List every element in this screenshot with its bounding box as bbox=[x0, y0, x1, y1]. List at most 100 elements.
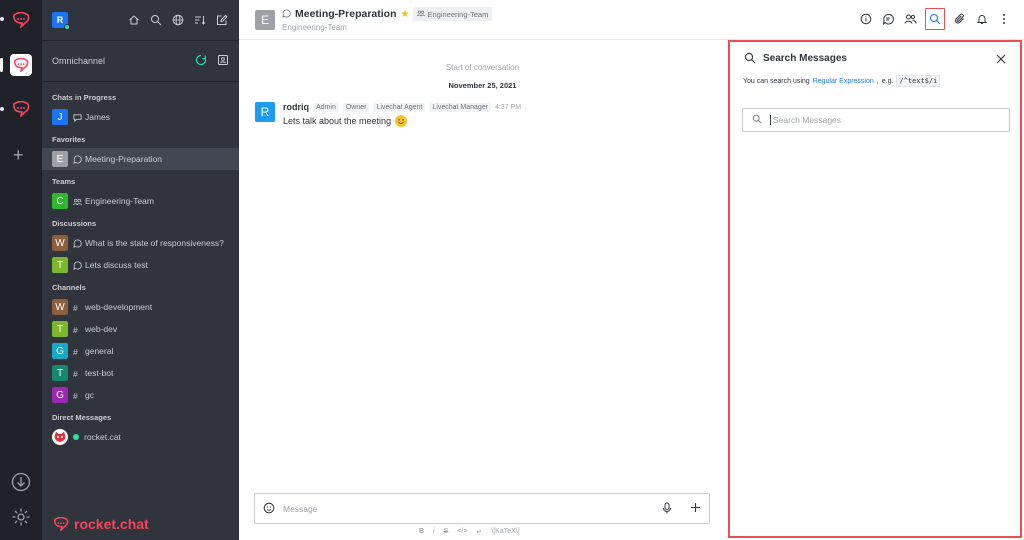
online-status-dot bbox=[73, 434, 79, 440]
regex-link[interactable]: Regular Expression bbox=[813, 78, 874, 85]
section-title-favorites: Favorites bbox=[52, 134, 86, 144]
emoji-picker-icon[interactable] bbox=[263, 502, 275, 516]
room-title: Meeting-Preparation bbox=[295, 8, 397, 20]
message-username[interactable]: rodriq bbox=[283, 102, 309, 112]
team-tag[interactable]: Engineering-Team bbox=[413, 7, 493, 21]
message-input[interactable]: Message bbox=[283, 504, 662, 514]
section-title-teams: Teams bbox=[52, 176, 76, 186]
workspace-2-icon[interactable] bbox=[10, 54, 32, 76]
message[interactable]: R rodriq Admin Owner Livechat Agent Live… bbox=[255, 102, 521, 127]
section-title-chats-in-progress: Chats in Progress bbox=[52, 92, 117, 102]
kebab-menu-icon[interactable] bbox=[997, 12, 1011, 26]
room-avatar[interactable]: E bbox=[255, 9, 275, 30]
message-list: Start of conversation November 25, 2021 … bbox=[239, 40, 726, 540]
sidebar-item-channel[interactable]: T # web-dev bbox=[42, 318, 239, 340]
add-workspace-icon[interactable]: + bbox=[13, 146, 24, 164]
directory-globe-icon[interactable] bbox=[172, 14, 185, 27]
room-subtitle: Engineering-Team bbox=[282, 23, 347, 32]
sidebar-item-rocket-cat[interactable]: rocket.cat bbox=[42, 426, 239, 448]
home-icon[interactable] bbox=[128, 14, 141, 27]
sidebar-item-meeting-preparation[interactable]: E Meeting-Preparation bbox=[42, 148, 239, 170]
download-icon[interactable] bbox=[11, 472, 31, 492]
hashtag-icon: # bbox=[73, 368, 78, 379]
conversation-start-label: Start of conversation bbox=[445, 63, 520, 72]
workspace-indicator bbox=[0, 107, 4, 111]
omnichannel-status-icon[interactable] bbox=[195, 54, 207, 68]
sidebar-item-label: Meeting-Preparation bbox=[85, 154, 163, 164]
room-info-icon[interactable] bbox=[859, 12, 873, 26]
user-avatar[interactable]: R bbox=[52, 12, 70, 30]
brand-logo: rocket.chat bbox=[52, 516, 149, 532]
sidebar-item-channel[interactable]: G # general bbox=[42, 340, 239, 362]
sidebar-item-label: James bbox=[85, 112, 111, 122]
text-caret bbox=[770, 115, 771, 125]
message-composer[interactable]: Message bbox=[254, 493, 710, 524]
contact-center-icon[interactable] bbox=[217, 54, 229, 68]
search-input-icon bbox=[752, 114, 762, 126]
section-title-discussions: Discussions bbox=[52, 218, 97, 228]
role-badge: Admin bbox=[313, 102, 339, 112]
sidebar-item-james[interactable]: J James bbox=[42, 106, 239, 128]
workspace-rail: + bbox=[0, 0, 42, 540]
sidebar-item-label: web-development bbox=[85, 302, 153, 312]
avatar: T bbox=[52, 257, 68, 273]
sidebar-item-label: rocket.cat bbox=[84, 432, 121, 442]
workspace-indicator bbox=[0, 17, 4, 21]
omnichannel-bar: Omnichannel bbox=[42, 40, 239, 82]
sidebar: R Omnichannel Chats in Progress J James … bbox=[42, 0, 239, 540]
workspace-1-icon[interactable] bbox=[10, 9, 32, 31]
hashtag-icon: # bbox=[73, 346, 78, 357]
section-title-channels: Channels bbox=[52, 282, 86, 292]
threads-icon[interactable] bbox=[881, 12, 895, 26]
message-avatar[interactable]: R bbox=[255, 102, 275, 122]
add-plus-icon[interactable] bbox=[690, 502, 701, 515]
role-badge: Owner bbox=[342, 102, 370, 112]
sort-icon[interactable] bbox=[194, 14, 207, 27]
sidebar-item-channel[interactable]: W # web-development bbox=[42, 296, 239, 318]
sidebar-item-discussion[interactable]: T Lets discuss test bbox=[42, 254, 239, 276]
hint-prefix: You can search using bbox=[743, 77, 810, 85]
avatar: G bbox=[52, 343, 68, 359]
team-icon bbox=[73, 197, 82, 206]
sidebar-item-channel[interactable]: T # test-bot bbox=[42, 362, 239, 384]
section-title-direct-messages: Direct Messages bbox=[52, 412, 112, 422]
close-icon[interactable] bbox=[996, 54, 1006, 64]
create-new-pencil-icon[interactable] bbox=[216, 14, 229, 27]
sidebar-item-label: Engineering-Team bbox=[85, 196, 154, 206]
avatar: T bbox=[52, 365, 68, 381]
search-messages-input[interactable]: Search Messages bbox=[742, 108, 1010, 132]
sidebar-item-label: What is the state of responsiveness? bbox=[85, 238, 224, 248]
discussion-icon bbox=[73, 261, 82, 270]
rocket-chat-logo-icon bbox=[54, 517, 69, 531]
hashtag-icon: # bbox=[73, 390, 78, 401]
microphone-icon[interactable] bbox=[662, 502, 672, 516]
strike-button[interactable]: S bbox=[444, 528, 449, 536]
workspace-3-icon[interactable] bbox=[10, 98, 32, 120]
multiline-button[interactable]: ↵ bbox=[476, 528, 482, 536]
avatar: E bbox=[52, 151, 68, 167]
search-messages-icon[interactable] bbox=[925, 8, 945, 30]
code-button[interactable]: </> bbox=[457, 528, 467, 536]
avatar: G bbox=[52, 387, 68, 403]
team-icon bbox=[417, 9, 426, 19]
notification-bell-icon[interactable] bbox=[975, 12, 989, 26]
brand-name: rocket.chat bbox=[74, 516, 149, 532]
katex-button[interactable]: \[KaTeX\] bbox=[491, 528, 519, 536]
hashtag-icon: # bbox=[73, 324, 78, 335]
attachment-paperclip-icon[interactable] bbox=[953, 12, 967, 26]
search-icon[interactable] bbox=[150, 14, 163, 27]
members-icon[interactable] bbox=[903, 12, 917, 26]
sidebar-item-discussion[interactable]: W What is the state of responsiveness? bbox=[42, 232, 239, 254]
italic-button[interactable]: i bbox=[433, 528, 435, 536]
search-input-placeholder: Search Messages bbox=[773, 115, 842, 125]
search-messages-panel: Search Messages You can search using Reg… bbox=[728, 40, 1022, 538]
avatar: W bbox=[52, 235, 68, 251]
sidebar-item-label: gc bbox=[85, 390, 94, 400]
discussion-icon bbox=[282, 9, 291, 20]
favorite-star-icon[interactable]: ★ bbox=[401, 9, 410, 20]
settings-gear-icon[interactable] bbox=[11, 507, 31, 527]
panel-title: Search Messages bbox=[763, 53, 847, 64]
sidebar-item-channel[interactable]: G # gc bbox=[42, 384, 239, 406]
bold-button[interactable]: B bbox=[419, 528, 424, 536]
sidebar-item-engineering-team[interactable]: C Engineering-Team bbox=[42, 190, 239, 212]
